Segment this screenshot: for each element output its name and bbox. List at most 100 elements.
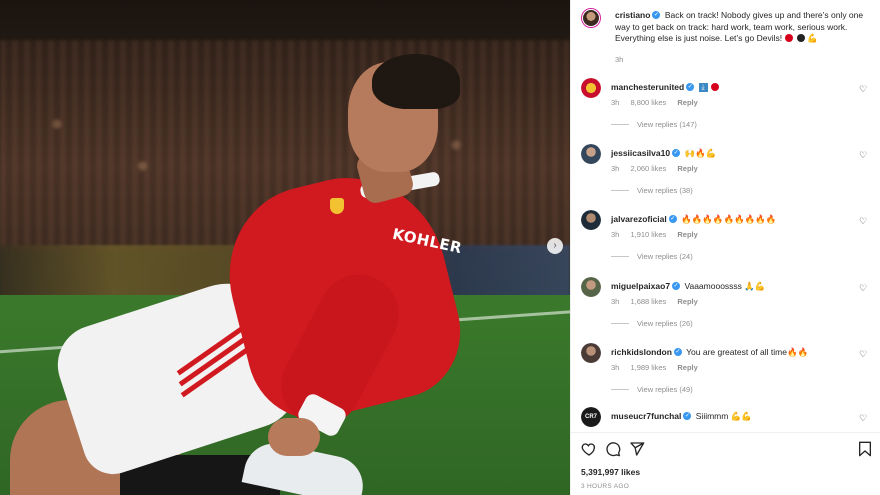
view-replies-button[interactable]: View replies (38)	[611, 186, 693, 195]
comment-text: jessiicasilva10 ✓ 🙌🔥💪	[611, 148, 861, 159]
caption-text-block: cristiano ✓ Back on track! Nobody gives u…	[615, 10, 875, 45]
comment-like-heart-icon[interactable]: ♡	[859, 414, 868, 423]
fire-emoji-sequence-icon: 🔥🔥	[786, 347, 809, 357]
comment-body: Vaaamooossss	[684, 281, 742, 291]
emoji-sequence-icon: 💪💪	[730, 411, 752, 421]
comment-text: richkidslondon ✓ You are greatest of all …	[611, 347, 861, 358]
send-icon[interactable]	[629, 441, 645, 457]
comment-item: CR7 museucr7funchal ✓ Siiimmm 💪💪 ♡	[581, 407, 876, 432]
comment-text: jalvarezoficial ✓ 🔥🔥🔥🔥🔥🔥🔥🔥🔥	[611, 214, 861, 225]
comment-likes[interactable]: 2,060 likes	[630, 164, 666, 173]
heart-icon[interactable]	[581, 441, 597, 457]
post-photo[interactable]: KOHLER ›	[0, 0, 570, 495]
caption-time[interactable]: 3h	[615, 55, 623, 64]
comment-icon[interactable]	[605, 441, 621, 457]
player-hair	[372, 54, 460, 109]
commenter-avatar[interactable]: CR7	[581, 407, 601, 427]
comment-item: manchesterunited ✓ ⤓ 3h 8,800 likes Reply…	[581, 78, 876, 138]
club-crest	[330, 198, 344, 214]
commenter-username[interactable]: jessiicasilva10	[611, 148, 670, 158]
post-actions-bar: 5,391,997 likes 3 HOURS AGO	[571, 432, 880, 495]
post-timestamp[interactable]: 3 HOURS AGO	[581, 483, 629, 490]
author-username[interactable]: cristiano	[615, 10, 650, 20]
black-circle-emoji-icon	[796, 34, 805, 43]
verified-badge-icon: ✓	[683, 412, 692, 421]
comment-text: miguelpaixao7 ✓ Vaaamooossss 🙏💪	[611, 281, 861, 292]
reply-button[interactable]: Reply	[677, 164, 697, 173]
comment-item: jalvarezoficial ✓ 🔥🔥🔥🔥🔥🔥🔥🔥🔥 3h 1,910 like…	[581, 210, 876, 270]
comment-likes[interactable]: 1,910 likes	[630, 230, 666, 239]
comment-time[interactable]: 3h	[611, 363, 619, 372]
comment-like-heart-icon[interactable]: ♡	[859, 151, 868, 160]
commenter-username[interactable]: jalvarezoficial	[611, 214, 667, 224]
comment-item: miguelpaixao7 ✓ Vaaamooossss 🙏💪 3h 1,688 …	[581, 277, 876, 337]
commenter-avatar[interactable]	[581, 144, 601, 164]
author-avatar[interactable]	[581, 8, 601, 28]
comment-meta: 3h 1,989 likes Reply	[611, 363, 707, 372]
commenter-avatar[interactable]	[581, 277, 601, 297]
verified-badge-icon: ✓	[686, 83, 695, 92]
bookmark-icon[interactable]	[857, 441, 873, 457]
reply-button[interactable]: Reply	[677, 297, 697, 306]
view-replies-button[interactable]: View replies (24)	[611, 252, 693, 261]
view-replies-label: View replies (147)	[637, 120, 697, 129]
comment-text: manchesterunited ✓ ⤓	[611, 82, 861, 93]
verified-badge-icon: ✓	[652, 11, 661, 20]
comment-body: Siiimmm	[695, 411, 729, 421]
comment-item: richkidslondon ✓ You are greatest of all …	[581, 343, 876, 403]
emoji-sequence-icon: 🙏💪	[744, 281, 766, 291]
commenter-username[interactable]: museucr7funchal	[611, 411, 681, 421]
comment-time[interactable]: 3h	[611, 98, 619, 107]
comment-meta: 3h 8,800 likes Reply	[611, 98, 707, 107]
player-hand	[268, 418, 320, 456]
comment-like-heart-icon[interactable]: ♡	[859, 284, 868, 293]
comment-meta: 3h 1,910 likes Reply	[611, 230, 707, 239]
replies-divider	[611, 190, 629, 191]
verified-badge-icon: ✓	[673, 348, 682, 357]
view-replies-button[interactable]: View replies (147)	[611, 120, 697, 129]
chevron-right-icon: ›	[553, 240, 557, 251]
view-replies-label: View replies (49)	[637, 385, 693, 394]
verified-badge-icon: ✓	[672, 282, 681, 291]
fire-emoji-sequence-icon: 🔥🔥🔥🔥🔥🔥🔥🔥🔥	[681, 214, 777, 224]
view-replies-label: View replies (26)	[637, 319, 693, 328]
reply-button[interactable]: Reply	[677, 98, 697, 107]
commenter-avatar[interactable]	[581, 343, 601, 363]
replies-divider	[611, 389, 629, 390]
verified-badge-icon: ✓	[668, 215, 677, 224]
comment-time[interactable]: 3h	[611, 230, 619, 239]
reply-button[interactable]: Reply	[677, 363, 697, 372]
comment-meta: 3h 2,060 likes Reply	[611, 164, 707, 173]
comment-like-heart-icon[interactable]: ♡	[859, 85, 868, 94]
comment-like-heart-icon[interactable]: ♡	[859, 350, 868, 359]
red-circle-emoji-icon	[710, 83, 719, 92]
commenter-avatar[interactable]	[581, 210, 601, 230]
view-replies-button[interactable]: View replies (26)	[611, 319, 693, 328]
emoji-sequence-icon: 🙌🔥💪	[684, 148, 717, 158]
reply-button[interactable]: Reply	[677, 230, 697, 239]
comment-likes[interactable]: 8,800 likes	[630, 98, 666, 107]
commenter-username[interactable]: richkidslondon	[611, 347, 672, 357]
replies-divider	[611, 323, 629, 324]
commenter-username[interactable]: miguelpaixao7	[611, 281, 670, 291]
comment-body: You are greatest of all time	[686, 347, 787, 357]
view-replies-label: View replies (38)	[637, 186, 693, 195]
view-replies-button[interactable]: View replies (49)	[611, 385, 693, 394]
next-photo-button[interactable]: ›	[547, 238, 563, 254]
red-circle-emoji-icon	[785, 34, 794, 43]
commenter-avatar[interactable]	[581, 78, 601, 98]
comment-likes[interactable]: 1,688 likes	[630, 297, 666, 306]
flexed-biceps-emoji-icon: 💪	[807, 33, 818, 43]
comments-scroll-area[interactable]: cristiano ✓ Back on track! Nobody gives u…	[571, 0, 880, 432]
comment-likes[interactable]: 1,989 likes	[630, 363, 666, 372]
post-like-count[interactable]: 5,391,997 likes	[581, 467, 640, 477]
verified-badge-icon: ✓	[672, 149, 681, 158]
comment-like-heart-icon[interactable]: ♡	[859, 217, 868, 226]
replies-divider	[611, 256, 629, 257]
comment-text: museucr7funchal ✓ Siiimmm 💪💪	[611, 411, 861, 422]
comment-time[interactable]: 3h	[611, 164, 619, 173]
commenter-username[interactable]: manchesterunited	[611, 82, 684, 92]
comment-item: jessiicasilva10 ✓ 🙌🔥💪 3h 2,060 likes Repl…	[581, 144, 876, 204]
comment-meta: 3h 1,688 likes Reply	[611, 297, 707, 306]
comment-time[interactable]: 3h	[611, 297, 619, 306]
